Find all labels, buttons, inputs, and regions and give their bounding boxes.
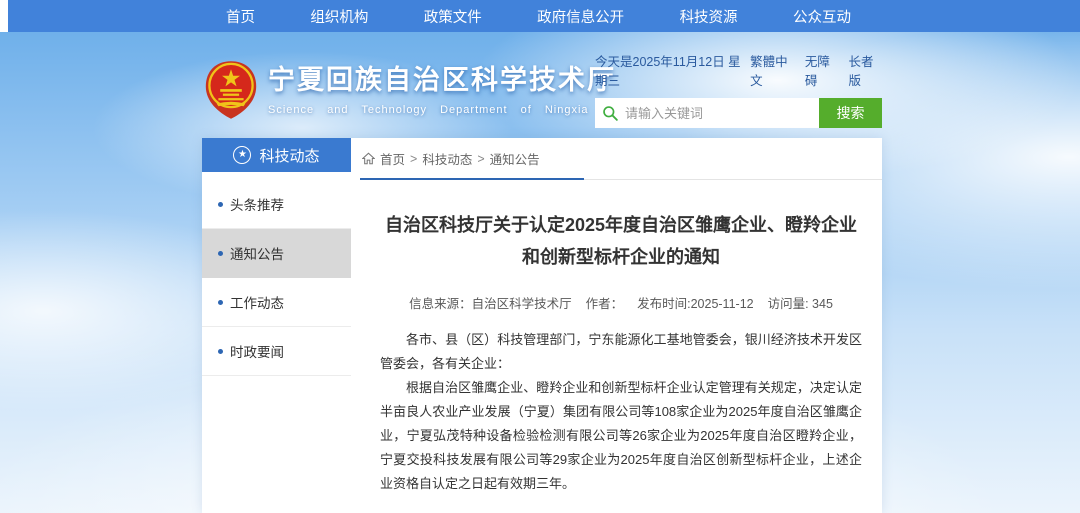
article-paragraph-1: 各市、县（区）科技管理部门，宁东能源化工基地管委会，银川经济技术开发区管委会，各… bbox=[380, 328, 862, 376]
star-circle-icon: ★ bbox=[233, 146, 251, 164]
top-navigation: 首页 组织机构 政策文件 政府信息公开 科技资源 公众互动 bbox=[8, 0, 1080, 32]
sidebar-title: 科技动态 bbox=[259, 145, 319, 166]
link-accessibility[interactable]: 无障碍 bbox=[805, 51, 839, 89]
link-traditional-chinese[interactable]: 繁體中文 bbox=[750, 51, 795, 89]
home-icon bbox=[362, 152, 375, 165]
article-title-line2: 和创新型标杆企业的通知 bbox=[380, 242, 862, 274]
link-elder-version[interactable]: 长者版 bbox=[848, 51, 882, 89]
breadcrumb-separator: > bbox=[477, 152, 484, 166]
content-panel: ★ 科技动态 头条推荐 通知公告 工作动态 时政要闻 bbox=[202, 138, 882, 513]
article-title-line1: 自治区科技厅关于认定2025年度自治区雏鹰企业、瞪羚企业 bbox=[380, 210, 862, 242]
today-date: 今天是2025年11月12日 星期三 bbox=[595, 51, 750, 89]
site-subtitle: Science and Technology Department of Nin… bbox=[268, 104, 616, 116]
breadcrumb-home[interactable]: 首页 bbox=[380, 149, 405, 168]
site-title: 宁夏回族自治区科学技术厅 bbox=[268, 66, 616, 96]
nav-item-gov-info[interactable]: 政府信息公开 bbox=[537, 6, 624, 27]
article-meta: 信息来源：自治区科学技术厅作者： 发布时间:2025-11-12 访问量: 345 bbox=[380, 293, 862, 312]
sidebar-item-label: 工作动态 bbox=[230, 292, 284, 312]
search-input[interactable] bbox=[625, 98, 819, 128]
nav-item-interaction[interactable]: 公众互动 bbox=[793, 6, 851, 27]
sidebar: ★ 科技动态 头条推荐 通知公告 工作动态 时政要闻 bbox=[202, 138, 351, 513]
bullet-dot-icon bbox=[218, 349, 223, 354]
breadcrumb-tech-trends[interactable]: 科技动态 bbox=[422, 149, 472, 168]
site-brand: 宁夏回族自治区科学技术厅 Science and Technology Depa… bbox=[204, 60, 616, 120]
nav-item-policy[interactable]: 政策文件 bbox=[424, 6, 482, 27]
sidebar-item-label: 头条推荐 bbox=[230, 194, 284, 214]
breadcrumb-separator: > bbox=[410, 152, 417, 166]
search-bar: 搜索 bbox=[595, 98, 882, 128]
header-utility-area: 今天是2025年11月12日 星期三 繁體中文 无障碍 长者版 搜索 bbox=[595, 51, 882, 128]
article: 自治区科技厅关于认定2025年度自治区雏鹰企业、瞪羚企业 和创新型标杆企业的通知… bbox=[360, 210, 882, 513]
sidebar-header: ★ 科技动态 bbox=[202, 138, 351, 172]
nav-item-home[interactable]: 首页 bbox=[226, 6, 255, 27]
article-paragraph-2: 根据自治区雏鹰企业、瞪羚企业和创新型标杆企业认定管理有关规定，决定认定半亩良人农… bbox=[380, 376, 862, 496]
meta-source: 信息来源：自治区科学技术厅 bbox=[409, 297, 572, 311]
sidebar-item-label: 时政要闻 bbox=[230, 341, 284, 361]
nav-item-resources[interactable]: 科技资源 bbox=[680, 6, 738, 27]
page: 首页 组织机构 政策文件 政府信息公开 科技资源 公众互动 宁夏回族自治区科学技… bbox=[0, 0, 1080, 513]
sidebar-item-work-trends[interactable]: 工作动态 bbox=[202, 278, 351, 327]
article-title: 自治区科技厅关于认定2025年度自治区雏鹰企业、瞪羚企业 和创新型标杆企业的通知 bbox=[380, 210, 862, 273]
sidebar-item-headlines[interactable]: 头条推荐 bbox=[202, 180, 351, 229]
sidebar-item-label: 通知公告 bbox=[230, 243, 284, 263]
sidebar-item-notices[interactable]: 通知公告 bbox=[202, 229, 351, 278]
breadcrumb: 首页 > 科技动态 > 通知公告 bbox=[360, 138, 882, 180]
search-button[interactable]: 搜索 bbox=[819, 98, 882, 128]
meta-visits: 访问量: 345 bbox=[768, 297, 833, 311]
bullet-dot-icon bbox=[218, 202, 223, 207]
sidebar-item-politics-news[interactable]: 时政要闻 bbox=[202, 327, 351, 376]
search-icon bbox=[595, 98, 625, 128]
meta-publish-time: 发布时间:2025-11-12 bbox=[637, 297, 754, 311]
main-content: 首页 > 科技动态 > 通知公告 自治区科技厅关于认定2025年度自治区雏鹰企业… bbox=[351, 138, 882, 513]
article-body: 各市、县（区）科技管理部门，宁东能源化工基地管委会，银川经济技术开发区管委会，各… bbox=[380, 328, 862, 496]
national-emblem-logo bbox=[204, 60, 258, 120]
meta-author: 作者： bbox=[586, 297, 624, 311]
bullet-dot-icon bbox=[218, 251, 223, 256]
breadcrumb-notices[interactable]: 通知公告 bbox=[490, 149, 540, 168]
nav-item-organization[interactable]: 组织机构 bbox=[310, 6, 368, 27]
bullet-dot-icon bbox=[218, 300, 223, 305]
